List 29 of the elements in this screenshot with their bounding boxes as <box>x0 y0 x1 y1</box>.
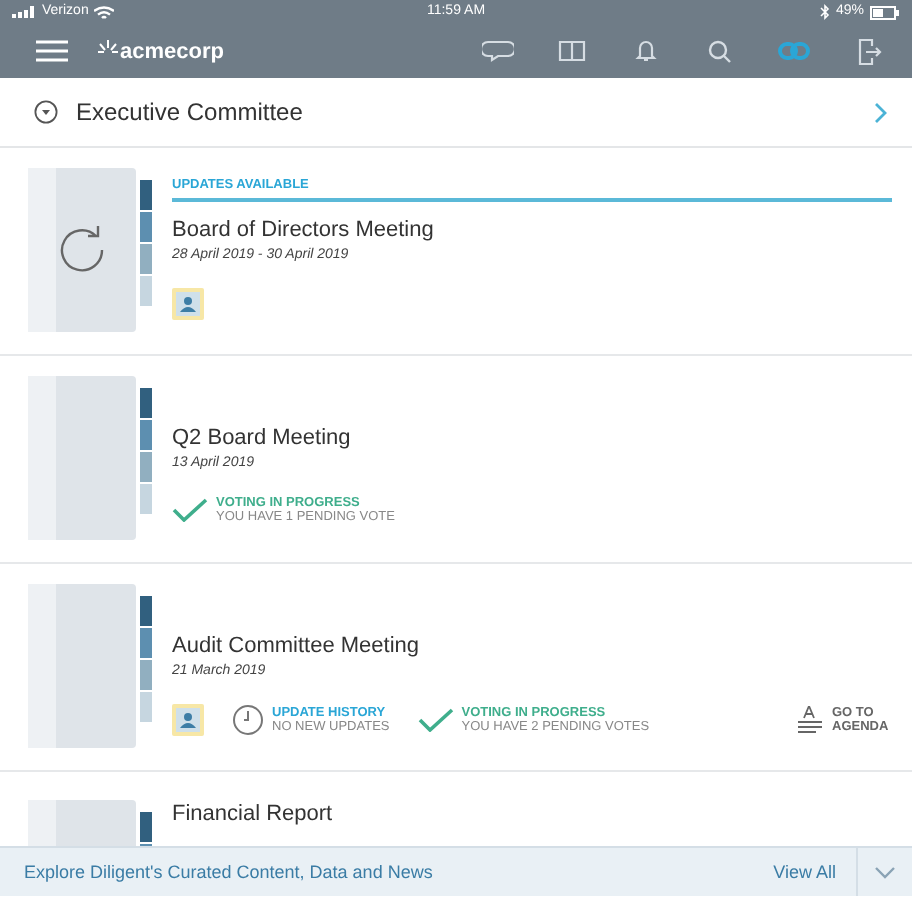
book-icon[interactable] <box>556 35 588 67</box>
view-all-link[interactable]: View All <box>773 848 858 896</box>
signal-icon <box>12 6 36 18</box>
binder-drawing[interactable] <box>28 376 152 540</box>
meeting-title[interactable]: Financial Report <box>172 802 892 826</box>
logo-text: acmecorp <box>120 39 224 63</box>
meeting-title[interactable]: Board of Directors Meeting <box>172 218 892 242</box>
bluetooth-icon <box>819 4 830 20</box>
binder-drawing[interactable] <box>28 584 152 748</box>
chat-icon[interactable] <box>482 35 514 67</box>
chevron-right-icon[interactable] <box>874 101 888 123</box>
committee-title[interactable]: Executive Committee <box>76 98 303 126</box>
agenda-icon <box>798 706 822 734</box>
search-icon[interactable] <box>704 35 736 67</box>
sync-binder-drawing[interactable] <box>28 168 152 332</box>
meeting-title[interactable]: Q2 Board Meeting <box>172 426 892 450</box>
person-icon[interactable] <box>172 288 204 320</box>
menu-icon[interactable] <box>36 40 68 62</box>
dropdown-icon[interactable] <box>34 100 58 124</box>
meeting-title[interactable]: Audit Committee Meeting <box>172 634 892 658</box>
explore-link[interactable]: Explore Diligent's Curated Content, Data and News <box>24 862 433 882</box>
bell-icon[interactable] <box>630 35 662 67</box>
wifi-icon <box>94 5 115 19</box>
person-icon[interactable] <box>172 704 204 736</box>
checkmark-icon <box>172 498 208 522</box>
battery-icon <box>870 5 900 19</box>
clock-icon <box>232 704 264 736</box>
checkmark-icon <box>417 708 454 732</box>
chevron-down-icon[interactable] <box>874 865 896 879</box>
